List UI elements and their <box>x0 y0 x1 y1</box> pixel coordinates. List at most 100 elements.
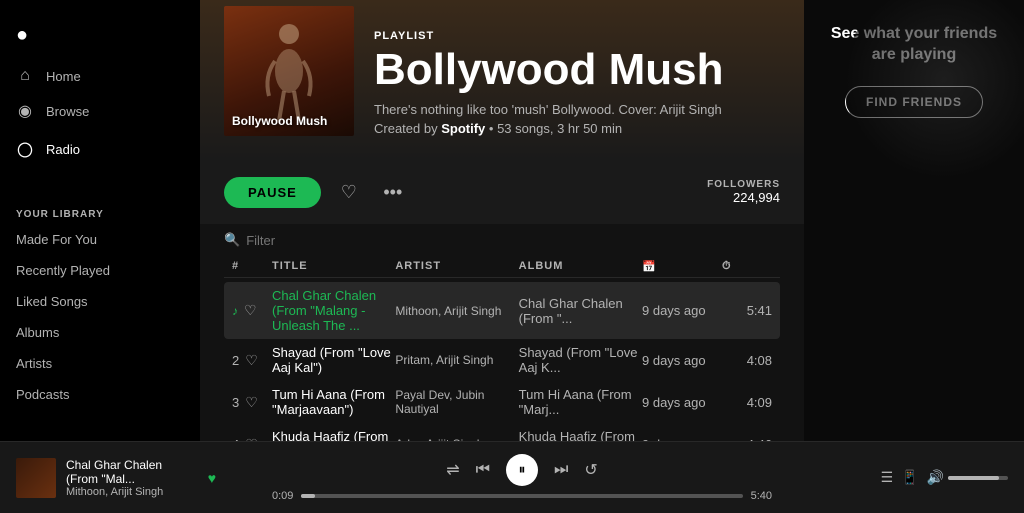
duration: 3 hr 50 min <box>557 121 622 136</box>
track-number: 2 <box>232 353 239 368</box>
track-num-2: 3 ♡ <box>232 394 272 411</box>
sidebar-item-liked-songs[interactable]: Liked Songs <box>0 286 200 317</box>
sidebar-item-browse-label: Browse <box>46 104 89 119</box>
followers-info: FOLLOWERS 224,994 <box>707 179 780 205</box>
sidebar-item-radio[interactable]: 〇 Radio <box>0 129 200 169</box>
track-name-1: Shayad (From "Love Aaj Kal") <box>272 345 395 375</box>
track-duration-2: 4:09 <box>722 395 772 410</box>
speaker-icon: ♪ <box>232 304 238 318</box>
content-area: Bollywood Mush Playlist Bollywood Mush T… <box>200 0 804 441</box>
radio-icon: 〇 <box>16 137 34 161</box>
browse-icon: ◉ <box>16 101 34 121</box>
progress-bar-container: 0:09 5:40 <box>272 490 772 502</box>
now-playing-thumb <box>16 458 56 498</box>
next-button[interactable]: ⏭ <box>554 461 568 479</box>
track-heart-2[interactable]: ♡ <box>245 394 258 411</box>
filter-wrapper: 🔍 <box>224 232 780 248</box>
player-controls: ⇌ ⏮ ⏸ ⏭ ↺ 0:09 5:40 <box>228 454 816 502</box>
podcasts-label: Podcasts <box>16 387 69 402</box>
more-options-button[interactable]: ••• <box>377 176 409 208</box>
track-heart-0[interactable]: ♡ <box>244 302 257 319</box>
creator-name: Spotify <box>441 121 485 136</box>
playlist-cover: Bollywood Mush <box>224 6 354 136</box>
now-playing: Chal Ghar Chalen (From "Mal... Mithoon, … <box>16 458 216 498</box>
sidebar-item-artists[interactable]: Artists <box>0 348 200 379</box>
track-name-2: Tum Hi Aana (From "Marjaavaan") <box>272 387 395 417</box>
track-date-1: 9 days ago <box>642 353 722 368</box>
track-list-header: # TITLE ARTIST ALBUM 📅 ⏱ <box>224 256 780 278</box>
cover-text: Bollywood Mush <box>232 114 327 128</box>
artists-label: Artists <box>16 356 52 371</box>
track-album-3: Khuda Haafiz (From "The ... <box>519 429 642 441</box>
filter-input[interactable] <box>246 233 422 248</box>
track-date-2: 9 days ago <box>642 395 722 410</box>
track-title-3: Khuda Haafiz (From "The Body") <box>272 429 395 441</box>
sidebar: ● ⌂ Home ◉ Browse 〇 Radio Your Library M… <box>0 0 200 441</box>
now-playing-info: Chal Ghar Chalen (From "Mal... Mithoon, … <box>66 458 190 498</box>
player-bar: Chal Ghar Chalen (From "Mal... Mithoon, … <box>0 441 1024 513</box>
playlist-meta: Created by Spotify • 53 songs, 3 hr 50 m… <box>374 121 780 136</box>
sidebar-item-recently-played[interactable]: Recently Played <box>0 255 200 286</box>
filter-bar: 🔍 <box>200 224 804 256</box>
volume-icon[interactable]: 🔊 <box>927 469 944 486</box>
repeat-button[interactable]: ↺ <box>584 460 597 480</box>
sidebar-item-albums[interactable]: Albums <box>0 317 200 348</box>
sidebar-item-browse[interactable]: ◉ Browse <box>0 93 200 129</box>
progress-track[interactable] <box>301 494 742 498</box>
track-row[interactable]: ♪ ♡ Chal Ghar Chalen (From "Malang - Unl… <box>224 282 780 339</box>
sidebar-item-home-label: Home <box>46 69 81 84</box>
spotify-logo: ● <box>16 24 28 47</box>
track-artist-2: Payal Dev, Jubin Nautiyal <box>395 388 518 416</box>
recently-played-label: Recently Played <box>16 263 110 278</box>
playlist-title: Bollywood Mush <box>374 46 780 94</box>
track-row[interactable]: 4 ♡ Khuda Haafiz (From "The Body") Arko,… <box>224 423 780 441</box>
track-heart-1[interactable]: ♡ <box>245 352 258 369</box>
now-playing-artist: Mithoon, Arijit Singh <box>66 486 190 498</box>
playlist-info: Playlist Bollywood Mush There's nothing … <box>374 30 780 136</box>
volume-track[interactable] <box>948 476 1008 480</box>
track-duration-0: 5:41 <box>722 303 772 318</box>
right-panel: See what your friends are playing FIND F… <box>804 0 1024 441</box>
track-title-0: Chal Ghar Chalen (From "Malang - Unleash… <box>272 288 395 333</box>
playlist-type-label: Playlist <box>374 30 780 42</box>
sidebar-nav: ● ⌂ Home ◉ Browse 〇 Radio <box>0 8 200 177</box>
col-duration: ⏱ <box>722 260 772 273</box>
track-list: # TITLE ARTIST ALBUM 📅 ⏱ ♪ ♡ Chal Ghar C… <box>200 256 804 441</box>
devices-button[interactable]: 📱 <box>901 469 918 486</box>
prev-button[interactable]: ⏮ <box>476 461 490 479</box>
col-title: TITLE <box>272 260 395 273</box>
made-for-you-label: Made For You <box>16 232 97 247</box>
search-icon: 🔍 <box>224 232 240 248</box>
albums-label: Albums <box>16 325 59 340</box>
followers-count: 224,994 <box>707 190 780 205</box>
play-pause-button[interactable]: ⏸ <box>506 454 538 486</box>
like-playlist-button[interactable]: ♡ <box>333 176 365 208</box>
track-num-0: ♪ ♡ <box>232 302 272 319</box>
now-playing-heart-icon[interactable]: ♥ <box>208 470 216 486</box>
your-library-label: Your Library <box>0 193 200 224</box>
track-artist-0: Mithoon, Arijit Singh <box>395 304 518 318</box>
time-current: 0:09 <box>272 490 293 502</box>
track-row[interactable]: 2 ♡ Shayad (From "Love Aaj Kal") Pritam,… <box>224 339 780 381</box>
sidebar-item-podcasts[interactable]: Podcasts <box>0 379 200 410</box>
player-right-controls: ☰ 📱 🔊 <box>828 469 1008 486</box>
col-date: 📅 <box>642 260 722 273</box>
track-row[interactable]: 3 ♡ Tum Hi Aana (From "Marjaavaan") Paya… <box>224 381 780 423</box>
track-title-2: Tum Hi Aana (From "Marjaavaan") <box>272 387 395 417</box>
track-duration-1: 4:08 <box>722 353 772 368</box>
now-playing-title: Chal Ghar Chalen (From "Mal... <box>66 458 190 486</box>
volume-bar: 🔊 <box>927 469 1008 486</box>
track-name-0: Chal Ghar Chalen (From "Malang - Unleash… <box>272 288 395 333</box>
pause-button[interactable]: PAUSE <box>224 177 321 208</box>
queue-button[interactable]: ☰ <box>881 469 894 486</box>
track-number: 3 <box>232 395 239 410</box>
track-name-3: Khuda Haafiz (From "The Body") <box>272 429 395 441</box>
followers-label: FOLLOWERS <box>707 179 780 190</box>
col-artist: ARTIST <box>395 260 518 273</box>
sidebar-item-home[interactable]: ⌂ Home <box>0 59 200 93</box>
volume-fill <box>948 476 999 480</box>
shuffle-button[interactable]: ⇌ <box>446 460 459 480</box>
sidebar-item-made-for-you[interactable]: Made For You <box>0 224 200 255</box>
time-total: 5:40 <box>751 490 772 502</box>
playlist-header: Bollywood Mush Playlist Bollywood Mush T… <box>200 0 804 160</box>
